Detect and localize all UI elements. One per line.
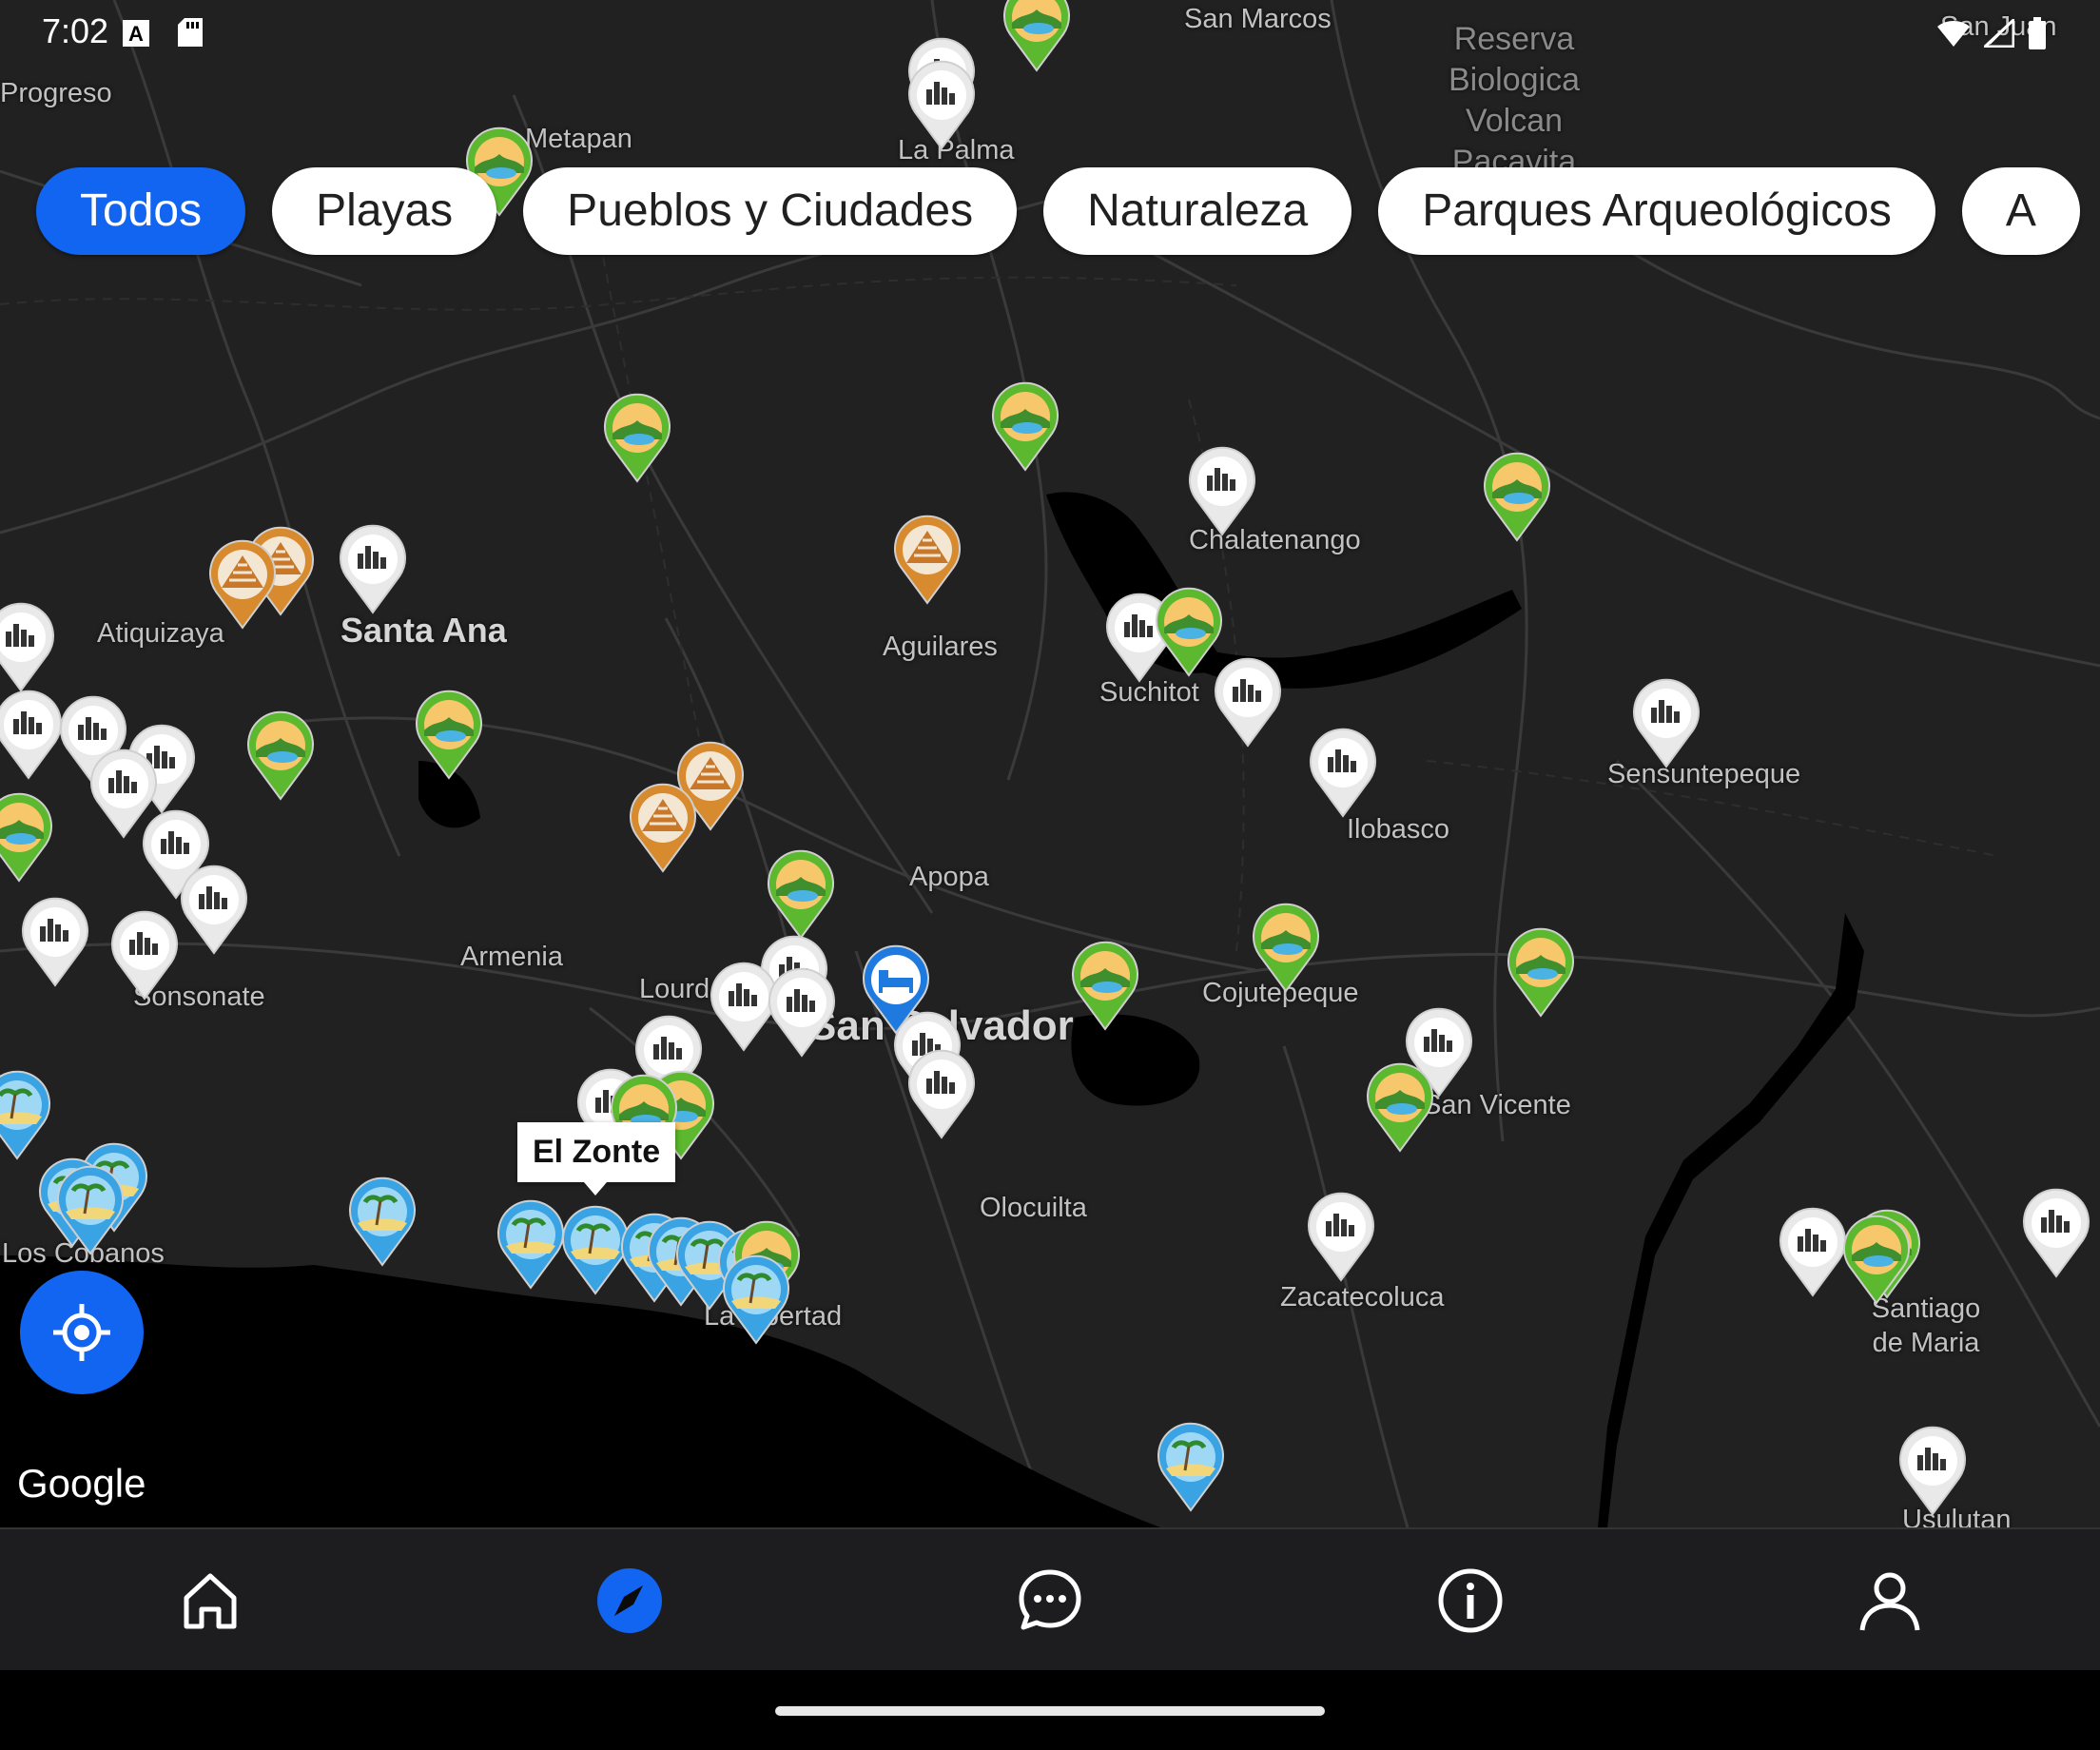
town-pin-icon[interactable] <box>1210 656 1286 748</box>
town-pin-icon[interactable] <box>764 966 840 1058</box>
nature-pin-icon[interactable] <box>1067 940 1143 1031</box>
nav-explore[interactable] <box>420 1529 841 1672</box>
beach-pin-icon[interactable] <box>52 1164 128 1255</box>
place-label: Ilobasco <box>1347 814 1450 845</box>
place-label: Metapan <box>525 124 632 154</box>
bottom-navigation <box>0 1527 2100 1672</box>
beach-pin-icon[interactable] <box>344 1176 420 1267</box>
place-label: Aguilares <box>883 632 998 662</box>
status-bar: 7:02 A <box>0 0 2100 72</box>
town-pin-icon[interactable] <box>1184 445 1260 536</box>
nature-pin-icon[interactable] <box>0 791 57 883</box>
user-icon <box>1859 1572 1920 1631</box>
place-label: Olocuilta <box>980 1193 1087 1223</box>
filter-chip-pueblos[interactable]: Pueblos y Ciudades <box>523 167 1018 255</box>
place-label: Lourd <box>639 974 710 1004</box>
place-label: Progreso <box>0 78 112 108</box>
my-location-button[interactable] <box>20 1271 144 1394</box>
place-label: Apopa <box>909 862 989 892</box>
marker-tooltip[interactable]: El Zonte <box>517 1122 676 1196</box>
filter-chip-todos[interactable]: Todos <box>36 167 246 255</box>
chat-icon <box>1019 1569 1081 1630</box>
town-pin-icon[interactable] <box>1303 1191 1379 1282</box>
signal-icon <box>1984 19 2014 48</box>
my-location-icon <box>53 1304 110 1361</box>
beach-pin-icon[interactable] <box>718 1254 794 1345</box>
place-label: Zacatecoluca <box>1280 1282 1445 1312</box>
status-icons-left: A <box>122 17 204 52</box>
town-pin-icon[interactable] <box>107 909 183 1001</box>
filter-chip-more[interactable]: A <box>1961 167 2080 255</box>
nature-pin-icon[interactable] <box>1838 1214 1915 1305</box>
google-logo: Google <box>17 1461 146 1506</box>
town-pin-icon[interactable] <box>17 896 93 987</box>
nature-pin-icon[interactable] <box>987 380 1063 472</box>
svg-text:A: A <box>128 22 144 46</box>
status-time: 7:02 <box>42 11 109 50</box>
ocean-shape <box>0 1255 1160 1527</box>
filter-chip-naturaleza[interactable]: Naturaleza <box>1043 167 1352 255</box>
battery-icon <box>2029 17 2046 49</box>
nature-pin-icon[interactable] <box>243 710 319 801</box>
town-pin-icon[interactable] <box>0 601 59 692</box>
gesture-handle[interactable] <box>775 1706 1325 1716</box>
nature-pin-icon[interactable] <box>411 689 487 780</box>
filter-chip-parques[interactable]: Parques Arqueológicos <box>1378 167 1935 255</box>
wifi-icon <box>1937 21 1970 47</box>
home-icon <box>184 1573 237 1629</box>
town-pin-icon[interactable] <box>904 1048 980 1139</box>
pyramid-pin-icon[interactable] <box>625 782 701 873</box>
filter-chip-playas[interactable]: Playas <box>272 167 497 255</box>
town-pin-icon[interactable] <box>1895 1425 1971 1516</box>
nav-profile[interactable] <box>1680 1529 2100 1672</box>
place-label: Armenia <box>460 942 563 972</box>
nav-chat[interactable] <box>840 1529 1260 1672</box>
compass-icon <box>597 1568 663 1633</box>
town-pin-icon[interactable] <box>176 864 252 955</box>
nature-pin-icon[interactable] <box>1479 451 1555 542</box>
nature-pin-icon[interactable] <box>1248 902 1324 993</box>
town-pin-icon[interactable] <box>904 59 980 150</box>
nature-pin-icon[interactable] <box>763 848 839 940</box>
nature-pin-icon[interactable] <box>1362 1061 1438 1153</box>
info-icon <box>1438 1568 1503 1633</box>
category-filter-bar: Todos Playas Pueblos y Ciudades Naturale… <box>36 167 2080 255</box>
pyramid-pin-icon[interactable] <box>889 514 965 605</box>
nav-info[interactable] <box>1260 1529 1681 1672</box>
town-pin-icon[interactable] <box>2018 1187 2094 1278</box>
town-pin-icon[interactable] <box>1305 727 1381 818</box>
keyboard-a-icon: A <box>123 20 149 47</box>
status-icons-right <box>1936 17 2047 49</box>
town-pin-icon[interactable] <box>335 523 411 614</box>
town-pin-icon[interactable] <box>1628 677 1704 768</box>
beach-pin-icon[interactable] <box>1153 1421 1229 1512</box>
nature-pin-icon[interactable] <box>599 392 675 483</box>
nav-home[interactable] <box>0 1529 420 1672</box>
gesture-navigation-bar <box>0 1670 2100 1750</box>
nature-pin-icon[interactable] <box>1503 926 1579 1018</box>
pyramid-pin-icon[interactable] <box>204 538 281 630</box>
place-label: Santa Ana <box>340 611 507 650</box>
beach-pin-icon[interactable] <box>0 1069 55 1160</box>
app-screen: San Marcos San Juan Reserva Biologica Vo… <box>0 0 2100 1750</box>
sd-card-icon <box>178 18 204 47</box>
